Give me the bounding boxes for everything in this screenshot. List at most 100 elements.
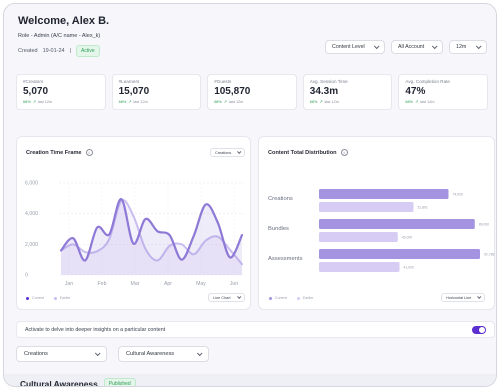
bar-value-label: 92,788 [484, 252, 494, 256]
insights-toggle-bar: Activate to delve into deeper insights o… [16, 321, 495, 338]
created-date: 19-01-24 [42, 48, 65, 54]
content-section-header: Cultural Awareness Published [4, 374, 496, 387]
content-topic-select[interactable]: Cultural Awareness [118, 346, 209, 362]
chevron-down-icon [236, 294, 241, 299]
content-selectors: Creations Cultural Awareness [16, 346, 209, 362]
welcome-title: Welcome, Alex B. [18, 15, 110, 27]
x-tick-label: Jun [230, 281, 238, 287]
stat-pct: 68% [23, 99, 31, 104]
stat-label: #Learners [118, 79, 140, 84]
stat-trend: 68% ↗ last 12m [118, 99, 195, 105]
bar-value-label: 89,000 [479, 222, 489, 226]
role-text: Role - Admin (A/C name - Alex_k) [18, 33, 101, 39]
creations-dropdown-label: Creations [215, 150, 232, 155]
period-dropdown[interactable]: 12m [449, 40, 487, 54]
stat-value: 15,070 [118, 86, 150, 97]
stat-pct: 68% [309, 99, 318, 104]
toggle-text: Activate to delve into deeper insights o… [25, 326, 166, 333]
x-tick-label: Apr [164, 281, 172, 287]
profile-header: Welcome, Alex B. Role - Admin (A/C name … [4, 4, 496, 68]
legend-item-earlier: Earlier [53, 296, 71, 300]
stat-value: 47% [405, 86, 426, 97]
y-tick-label: 2,000 [25, 242, 38, 248]
stat-card-learners: #Learners 15,070 68% ↗ last 12m [111, 74, 202, 110]
stat-trend: 68% ↗ last 12m [214, 99, 290, 105]
stat-label: Avg. Session Time [309, 79, 348, 84]
chart-type-label: Line Chart [213, 295, 231, 300]
category-label: Creations [268, 196, 293, 202]
stat-value: 34.3m [309, 86, 339, 97]
bar-creations-current [319, 189, 449, 199]
trend-up-icon: ↗ [32, 100, 36, 104]
bar-value-label: 51,891 [418, 205, 428, 209]
bar-chart-type-dropdown[interactable]: Horizontal Line [441, 293, 486, 302]
distribution-bar-chart: Creations 74,000 51,891 Bundles 89,000 45,000… [268, 189, 494, 272]
chevron-down-icon [431, 43, 438, 50]
legend-item-current: Current [26, 296, 44, 300]
content-type-value: Creations [24, 351, 48, 357]
y-tick-label: 4,000 [25, 211, 38, 217]
info-icon[interactable]: i [340, 149, 348, 156]
stat-label: #Creators [23, 79, 44, 84]
bar-assessments-current [319, 249, 480, 259]
content-level-dropdown[interactable]: Content Level [325, 40, 385, 54]
info-icon[interactable]: i [85, 149, 93, 156]
meta-separator: | [69, 48, 72, 54]
content-level-label: Content Level [332, 44, 365, 50]
content-distribution-panel: Content Total Distribution i Creations 74… [258, 136, 495, 310]
bar-chart-legend: Current Earlier [269, 296, 313, 300]
content-type-select[interactable]: Creations [16, 346, 107, 362]
x-tick-label: May [196, 281, 206, 287]
panel-title: Creation Time Frame i [26, 149, 93, 156]
legend-dot [296, 296, 300, 300]
stat-note: last 12m [324, 99, 339, 104]
stat-value: 5,070 [23, 86, 49, 97]
legend-label: Current [275, 296, 287, 300]
bar-bundles-earlier [319, 232, 398, 242]
stat-label: Avg. Completion Rate [405, 79, 450, 84]
stat-cards: #Creators 5,070 68% ↗ last 12m #Learners 1… [16, 74, 488, 110]
stat-note: last 12m [228, 99, 244, 104]
creations-dropdown[interactable]: Creations [210, 148, 246, 157]
distribution-title: Content Total Distribution [268, 149, 337, 156]
legend-label: Earlier [302, 296, 314, 300]
trend-up-icon: ↗ [128, 100, 132, 104]
legend-dot [53, 296, 57, 300]
stat-trend: 68% ↗ last 12m [23, 99, 99, 105]
chevron-down-icon [477, 294, 482, 299]
insights-toggle-switch[interactable] [472, 325, 486, 334]
account-label: All Account [398, 44, 425, 50]
legend-dot [269, 296, 272, 300]
legend-item-current: Current [269, 296, 287, 300]
chevron-down-icon [196, 350, 203, 357]
bar-value-label: 74,000 [453, 192, 463, 196]
stat-note: last 12m [133, 99, 148, 104]
stat-card-completion-rate: Avg. Completion Rate 47% 68% ↗ last 12m [398, 74, 488, 110]
trend-up-icon: ↗ [319, 100, 323, 104]
line-chart-type-dropdown[interactable]: Line Chart [208, 293, 245, 302]
line-chart-legend: Current Earlier [26, 296, 70, 300]
x-tick-label: Feb [98, 281, 107, 287]
legend-dot [26, 296, 29, 300]
filter-bar: Content Level All Account 12m [325, 40, 487, 54]
chevron-down-icon [475, 43, 482, 50]
y-tick-label: 6,000 [25, 181, 38, 187]
section-title: Cultural Awareness [20, 379, 98, 387]
stat-note: last 12m [37, 99, 53, 104]
stat-card-guests: #Guests 105,870 68% ↗ last 12m [207, 74, 297, 110]
x-tick-label: Jan [65, 281, 73, 287]
y-tick-label: 0 [25, 273, 28, 279]
bar-value-label: 41,000 [404, 265, 414, 269]
legend-label: Earlier [59, 296, 71, 300]
stat-label: #Guests [214, 79, 232, 84]
content-topic-value: Cultural Awareness [126, 351, 175, 357]
dashboard-window: Welcome, Alex B. Role - Admin (A/C name … [3, 3, 497, 387]
creation-time-frame-panel: Creation Time Frame i Creations 0 2,000 4,… [16, 136, 251, 310]
chevron-down-icon [237, 149, 242, 154]
x-tick-label: Mar [131, 281, 140, 287]
stat-card-session-time: Avg. Session Time 34.3m 68% ↗ last 12m [302, 74, 393, 110]
creation-line-chart: 0 2,000 4,000 6,000 Jan Feb Mar Apr May Jun [25, 181, 244, 287]
account-dropdown[interactable]: All Account [391, 40, 443, 54]
chevron-down-icon [373, 43, 380, 50]
stat-pct: 68% [118, 99, 127, 104]
